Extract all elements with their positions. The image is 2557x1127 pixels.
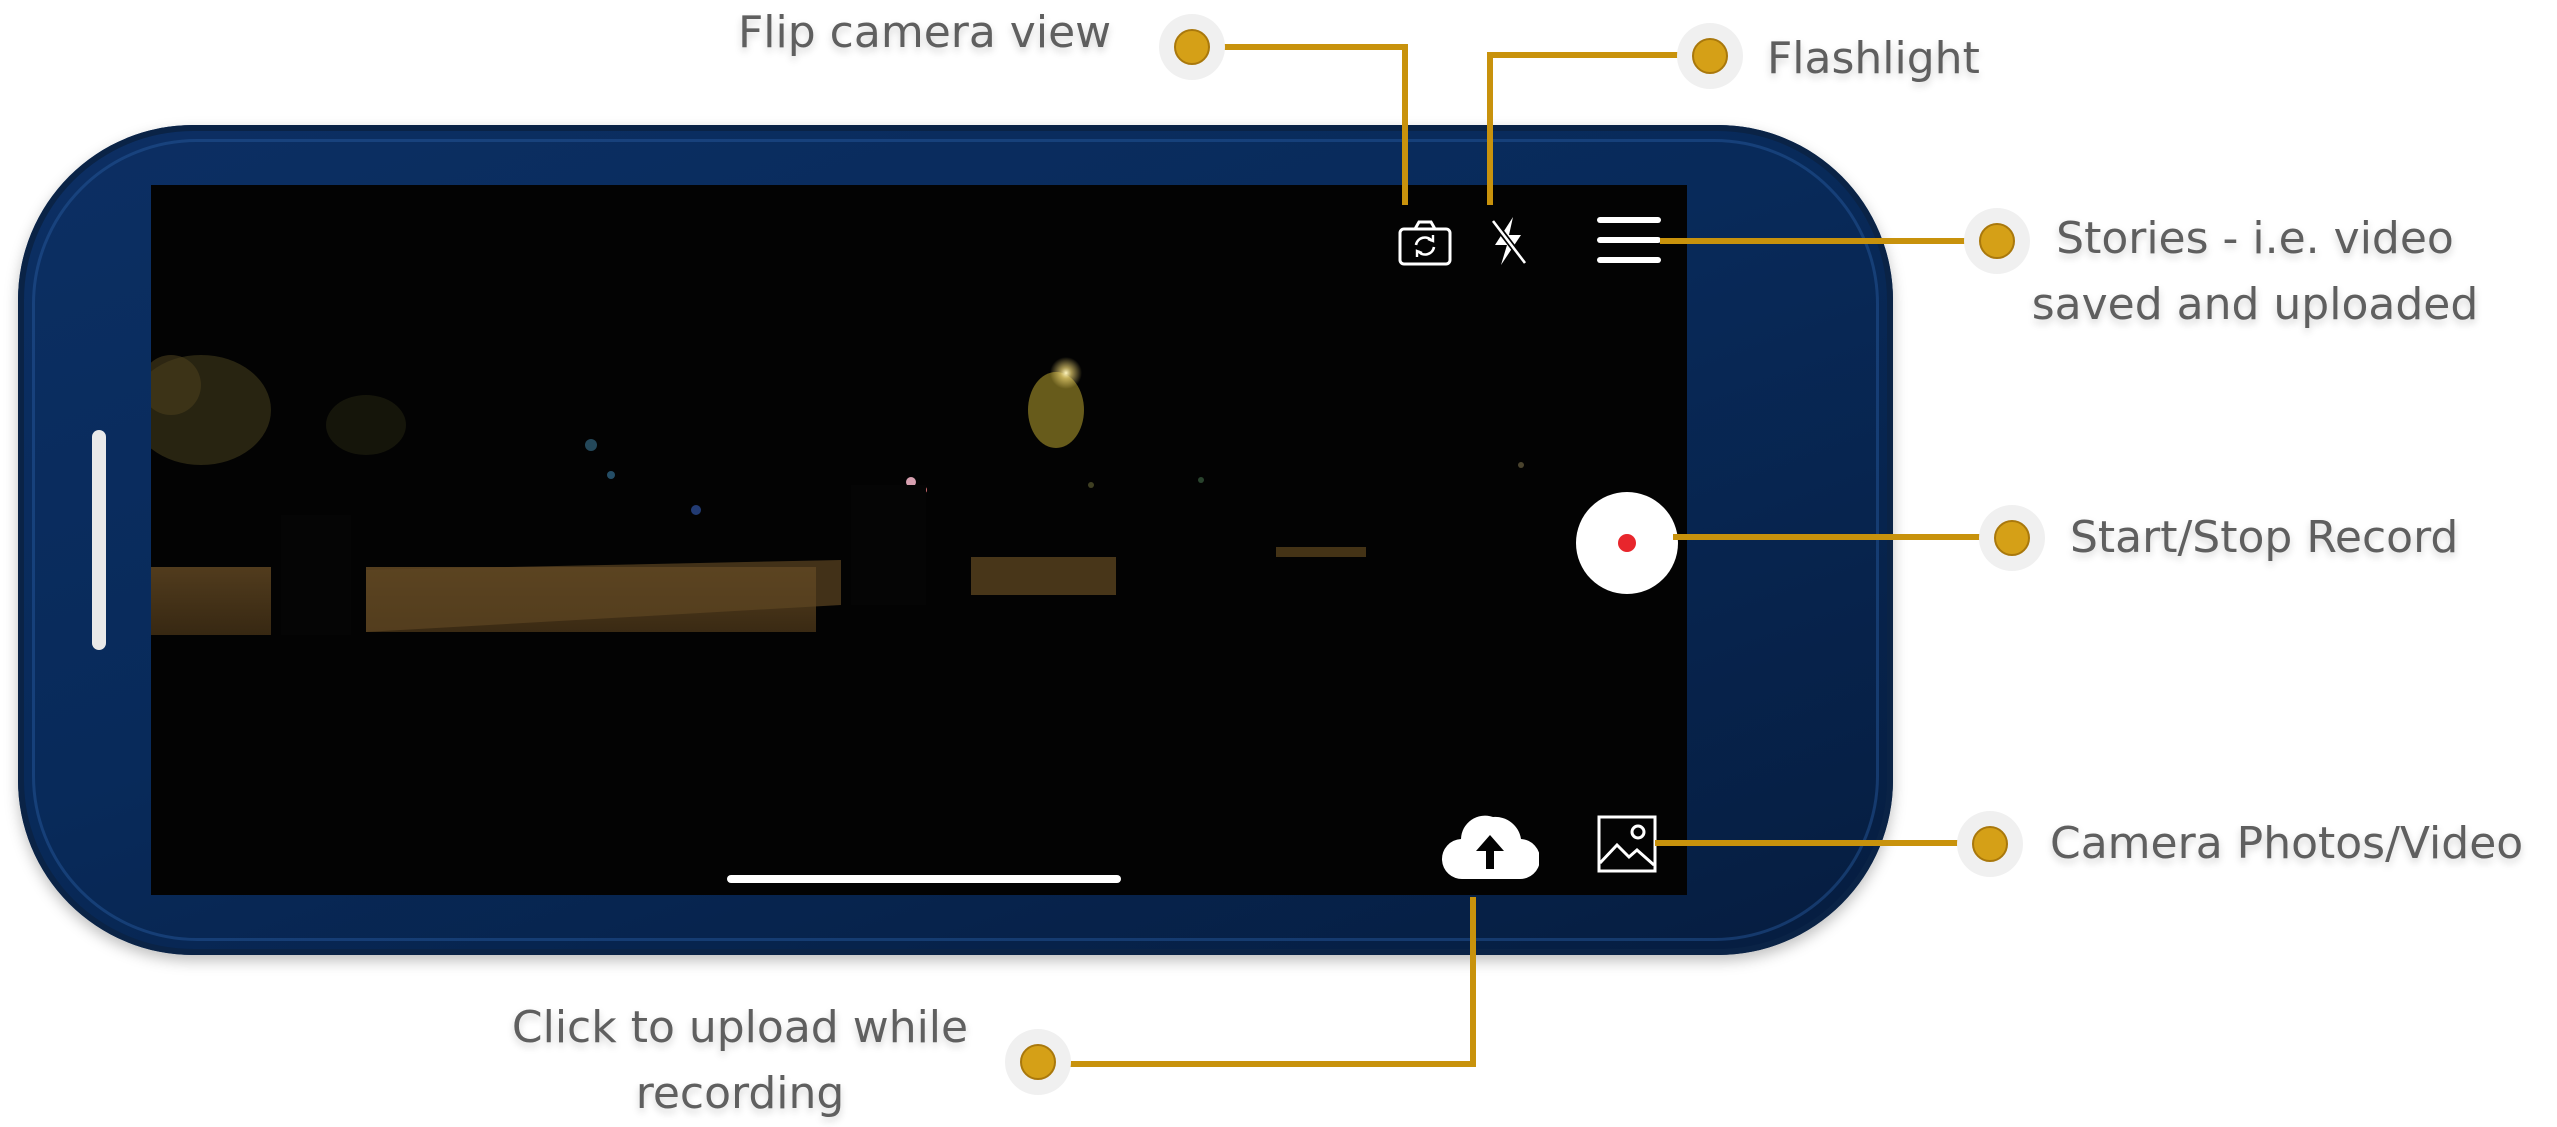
camera-flip-icon[interactable] — [1397, 219, 1453, 267]
label-record: Start/Stop Record — [2070, 512, 2459, 563]
label-upload-line2: recording — [635, 1068, 845, 1119]
dot-flashlight — [1677, 23, 1743, 89]
record-button[interactable] — [1576, 492, 1678, 594]
side-button — [92, 430, 106, 650]
record-dot — [1618, 534, 1636, 552]
label-camera-roll: Camera Photos/Video — [2050, 818, 2524, 869]
side-button-cap — [92, 432, 106, 454]
camera-viewfinder — [151, 185, 1687, 895]
flash-off-icon[interactable] — [1487, 215, 1531, 267]
label-stories-line1: Stories - i.e. video — [2056, 213, 2454, 264]
cloud-upload-icon[interactable] — [1441, 807, 1539, 883]
dot-flip-camera — [1159, 14, 1225, 80]
menu-icon[interactable] — [1597, 215, 1661, 265]
label-upload-line1: Click to upload while — [511, 1002, 969, 1053]
label-flip-camera: Flip camera view — [738, 7, 1112, 58]
label-flashlight: Flashlight — [1767, 33, 1980, 84]
home-indicator — [727, 875, 1121, 883]
dot-camera-roll — [1957, 811, 2023, 877]
label-stories: Stories - i.e. video saved and uploaded — [2020, 206, 2490, 338]
night-street-scene — [151, 185, 1687, 895]
phone-frame — [18, 125, 1893, 955]
label-stories-line2: saved and uploaded — [2031, 279, 2479, 330]
gallery-icon[interactable] — [1597, 815, 1657, 873]
dot-upload — [1005, 1029, 1071, 1095]
dot-record — [1979, 505, 2045, 571]
label-upload: Click to upload while recording — [485, 995, 995, 1127]
